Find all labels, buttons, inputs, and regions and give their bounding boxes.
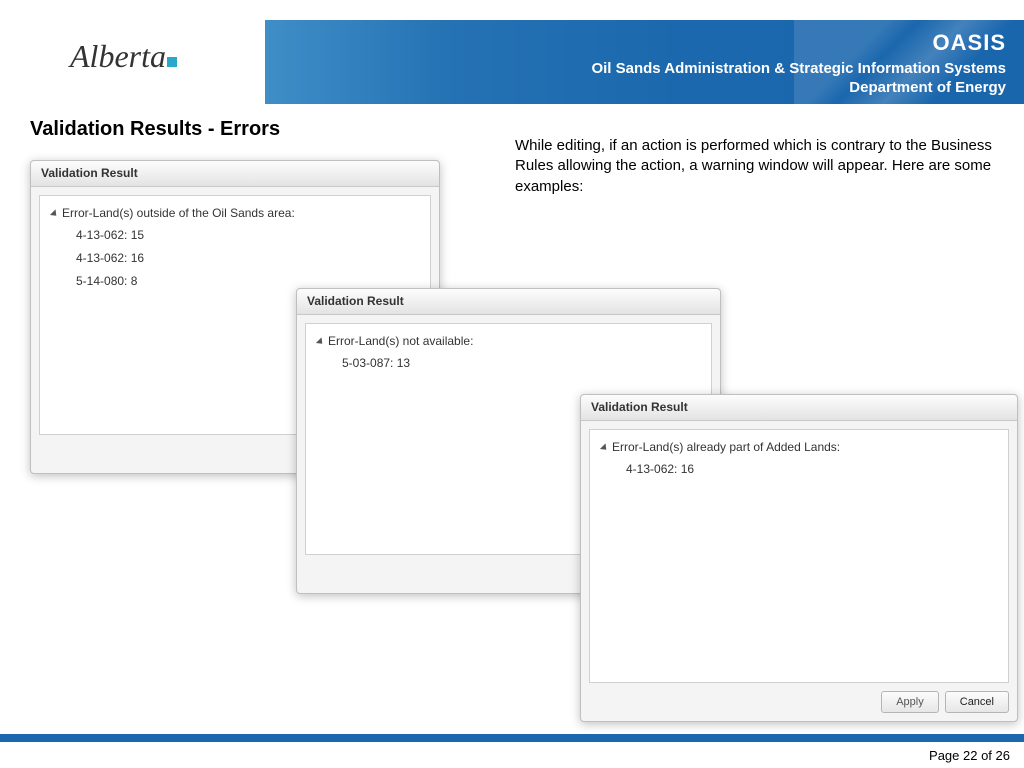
- header-subtitle-1: Oil Sands Administration & Strategic Inf…: [265, 60, 1006, 77]
- expand-icon[interactable]: [50, 209, 59, 218]
- apply-button[interactable]: Apply: [881, 691, 939, 713]
- logo-text: Alberta: [70, 38, 166, 74]
- header-subtitle-2: Department of Energy: [265, 79, 1006, 96]
- dialog-buttons: Apply Cancel: [581, 691, 1017, 721]
- error-heading: Error-Land(s) not available:: [328, 334, 473, 348]
- expand-icon[interactable]: [600, 443, 609, 452]
- land-list: 5-03-087: 13: [342, 352, 699, 375]
- alberta-logo: Alberta: [70, 38, 177, 75]
- expand-icon[interactable]: [316, 337, 325, 346]
- dialog-title: Validation Result: [31, 161, 439, 187]
- header-banner: OASIS Oil Sands Administration & Strateg…: [265, 20, 1024, 104]
- footer-bar: [0, 734, 1024, 742]
- land-item: 4-13-062: 16: [76, 247, 418, 270]
- land-item: 5-03-087: 13: [342, 352, 699, 375]
- land-item: 4-13-062: 16: [626, 458, 996, 481]
- error-heading: Error-Land(s) already part of Added Land…: [612, 440, 840, 454]
- dialog-title: Validation Result: [297, 289, 720, 315]
- logo-dot-icon: [167, 57, 177, 67]
- error-heading: Error-Land(s) outside of the Oil Sands a…: [62, 206, 295, 220]
- land-item: 4-13-062: 15: [76, 224, 418, 247]
- page-number: Page 22 of 26: [929, 748, 1010, 763]
- land-list: 4-13-062: 16: [626, 458, 996, 481]
- header-title: OASIS: [265, 30, 1006, 56]
- validation-dialog-3: Validation Result Error-Land(s) already …: [580, 394, 1018, 722]
- dialog-body: Error-Land(s) already part of Added Land…: [589, 429, 1009, 683]
- page-description: While editing, if an action is performed…: [515, 136, 1010, 197]
- land-list: 4-13-062: 15 4-13-062: 16 5-14-080: 8: [76, 224, 418, 292]
- dialog-title: Validation Result: [581, 395, 1017, 421]
- page-title: Validation Results - Errors: [30, 118, 280, 141]
- cancel-button[interactable]: Cancel: [945, 691, 1009, 713]
- header: Alberta OASIS Oil Sands Administration &…: [0, 0, 1024, 105]
